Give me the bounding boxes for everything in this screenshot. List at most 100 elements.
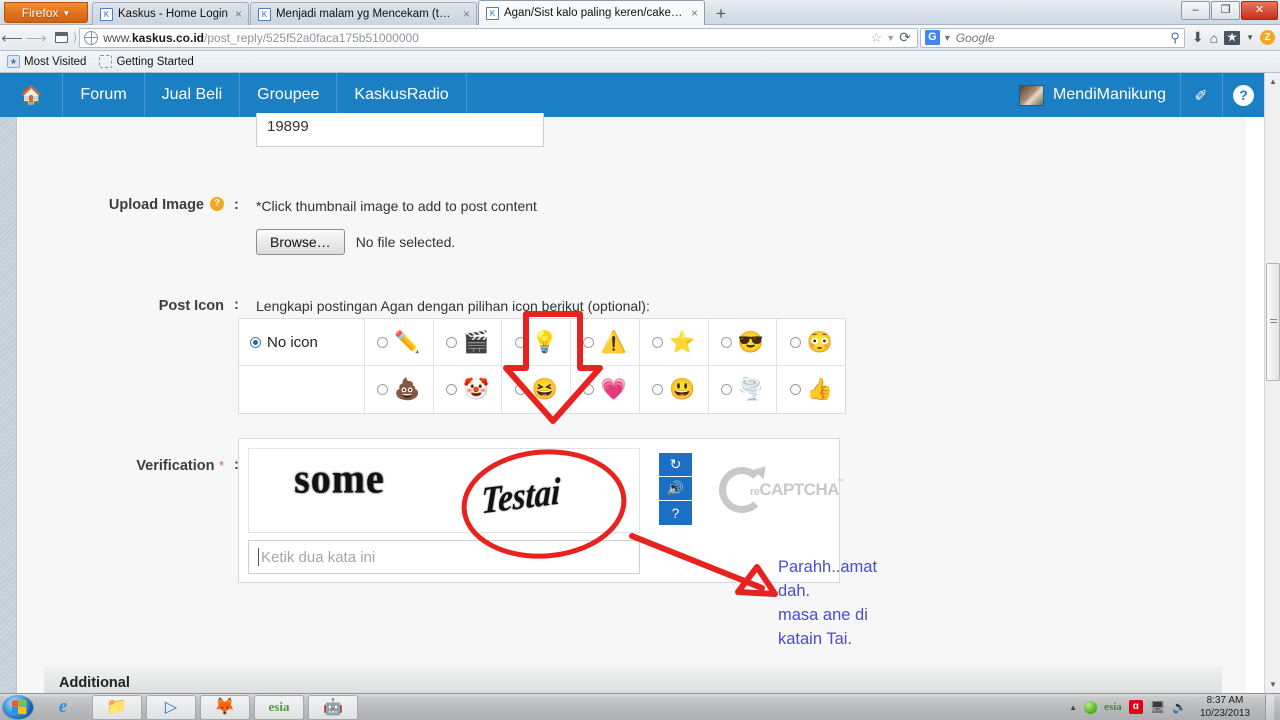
captcha-input[interactable]: Ketik dua kata ini [248, 540, 640, 574]
browser-tab-3[interactable]: K Agan/Sist kalo paling keren/cakep pa..… [477, 0, 705, 25]
taskbar-firefox[interactable]: 🦊 [200, 694, 250, 720]
help-icon[interactable]: ? [210, 197, 224, 211]
post-icon-cell[interactable]: 😳 [777, 319, 846, 366]
site-identity-icon[interactable] [50, 29, 72, 47]
scroll-down-icon[interactable]: ▼ [1265, 676, 1280, 693]
captcha-refresh-button[interactable]: ↻ [659, 453, 692, 477]
bookmark-most-visited[interactable]: ★ Most Visited [7, 55, 86, 68]
warning-icon: ⚠️ [600, 330, 627, 354]
lightbulb-icon: 💡 [531, 330, 558, 354]
post-icon-cell[interactable]: ✏️ [365, 319, 434, 366]
radio-post-icon[interactable] [446, 336, 457, 348]
radio-post-icon[interactable] [652, 384, 664, 395]
bookmark-star-icon[interactable]: ☆ [871, 30, 883, 46]
nav-item-groupee[interactable]: Groupee [240, 73, 338, 117]
back-icon[interactable]: ⟵ [0, 29, 24, 47]
username-label[interactable]: MendiManikung [1053, 86, 1166, 104]
radio-post-icon[interactable] [789, 336, 801, 348]
nav-item-forum[interactable]: Forum [63, 73, 145, 117]
post-icon-cell[interactable]: ⚠️ [571, 319, 640, 366]
nav-item-home[interactable]: 🏠 [0, 73, 64, 117]
scrollbar-thumb[interactable] [1266, 263, 1280, 381]
post-icon-cell[interactable]: 👍 [777, 366, 845, 413]
radio-post-icon[interactable] [789, 384, 801, 395]
radio-post-icon[interactable] [514, 336, 526, 348]
search-engine-chevron-icon[interactable]: ▼ [943, 33, 952, 43]
chevron-down-icon[interactable]: ▼ [1246, 33, 1254, 42]
radio-post-icon[interactable] [514, 384, 526, 395]
taskbar-time: 8:37 AM [1206, 695, 1244, 706]
search-icon[interactable]: ⚲ [1170, 30, 1180, 46]
post-icon-cell[interactable]: 🤡 [434, 366, 503, 413]
browser-tab-1-close-icon[interactable]: × [235, 8, 242, 20]
esia-tray-icon[interactable]: esia [1104, 701, 1122, 713]
captcha-help-button[interactable]: ? [659, 501, 692, 525]
post-icon-cell[interactable]: 💩 [365, 366, 434, 413]
taskbar-internet-explorer[interactable]: e [38, 695, 88, 720]
radio-post-icon[interactable] [377, 384, 389, 395]
home-icon[interactable]: ⌂ [1210, 30, 1218, 46]
close-button[interactable]: ✕ [1241, 1, 1278, 20]
taskbar-esia[interactable]: esia [254, 694, 304, 720]
scroll-up-icon[interactable]: ▲ [1265, 73, 1280, 90]
minimize-button[interactable]: – [1181, 1, 1210, 20]
radio-post-icon[interactable] [583, 336, 595, 348]
browser-tab-2-close-icon[interactable]: × [463, 8, 470, 20]
post-icon-cell[interactable]: 🌪️ [709, 366, 778, 413]
firefox-menu-button[interactable]: Firefox ▼ [4, 2, 88, 23]
show-desktop-button[interactable] [1265, 694, 1274, 720]
google-logo-icon: G [924, 30, 940, 45]
nav-item-kaskusradio[interactable]: KaskusRadio [337, 73, 467, 117]
taskbar-android[interactable]: 🤖 [308, 694, 358, 720]
post-icon-cell[interactable]: 😃 [640, 366, 709, 413]
post-icon-cell[interactable]: ⭐ [639, 319, 709, 366]
post-icon-cell[interactable]: 😆 [502, 366, 572, 413]
captcha-audio-button[interactable]: 🔊 [659, 477, 692, 501]
post-icon-no-icon-cell[interactable]: No icon [239, 319, 365, 366]
post-icon-cell[interactable]: 😎 [708, 319, 778, 366]
post-icon-cell[interactable]: 🎬 [433, 319, 503, 366]
start-button[interactable] [2, 694, 34, 720]
browser-tab-3-close-icon[interactable]: × [691, 7, 698, 19]
page-scrollbar[interactable]: ▲ ▼ [1264, 73, 1280, 693]
taskbar-file-explorer[interactable]: 📁 [92, 694, 142, 720]
post-title-field[interactable]: 19899 [256, 113, 544, 147]
network-icon[interactable]: 🖥 [1150, 700, 1165, 714]
verification-label: Verification [136, 458, 215, 474]
browser-tab-2[interactable]: K Menjadi malam yg Mencekam (tang... × [249, 2, 477, 25]
url-bar[interactable]: www. kaskus.co.id/post_reply/525f52a0faca… [79, 27, 918, 48]
radio-post-icon[interactable] [720, 336, 732, 348]
downloads-icon[interactable]: ⬇ [1192, 29, 1204, 46]
radio-post-icon[interactable] [583, 384, 595, 395]
search-bar[interactable]: G ▼ Google ⚲ [919, 27, 1185, 48]
radio-post-icon[interactable] [377, 336, 389, 348]
radio-post-icon[interactable] [652, 336, 664, 348]
bookmarks-icon[interactable] [1224, 30, 1241, 45]
avira-icon[interactable]: ɑ [1128, 700, 1143, 714]
show-hidden-icons-chevron-icon[interactable]: ▲ [1069, 703, 1077, 712]
chevron-down-icon[interactable]: ▼ [886, 33, 895, 43]
radio-post-icon[interactable] [720, 384, 732, 395]
post-icon-cell[interactable]: 💗 [571, 366, 640, 413]
avatar[interactable] [1019, 84, 1045, 106]
reload-icon[interactable]: ⟳ [899, 29, 911, 46]
radio-post-icon[interactable] [446, 384, 457, 395]
zotero-badge-icon[interactable]: Z [1260, 30, 1275, 45]
search-input[interactable]: Google [956, 31, 1171, 45]
help-button[interactable]: ? [1222, 73, 1264, 117]
browser-tab-1[interactable]: K Kaskus - Home Login × [92, 2, 249, 25]
taskbar-media-player[interactable]: ▷️ [146, 694, 196, 720]
green-status-icon[interactable] [1084, 700, 1098, 714]
bookmark-getting-started[interactable]: Getting Started [99, 55, 194, 68]
radio-no-icon[interactable] [250, 336, 261, 348]
volume-icon[interactable]: 🔊 [1172, 700, 1187, 714]
new-tab-button[interactable]: + [709, 5, 733, 25]
window-controls: – ❐ ✕ [1180, 1, 1278, 20]
clapperboard-icon: 🎬 [463, 330, 490, 354]
maximize-button[interactable]: ❐ [1211, 1, 1240, 20]
compose-button[interactable]: ✏ [1180, 73, 1222, 117]
browse-button[interactable]: Browse… [256, 229, 345, 255]
forward-icon[interactable]: ⟶ [24, 29, 48, 47]
nav-item-jual-beli[interactable]: Jual Beli [145, 73, 241, 117]
post-icon-cell[interactable]: 💡 [502, 319, 572, 366]
